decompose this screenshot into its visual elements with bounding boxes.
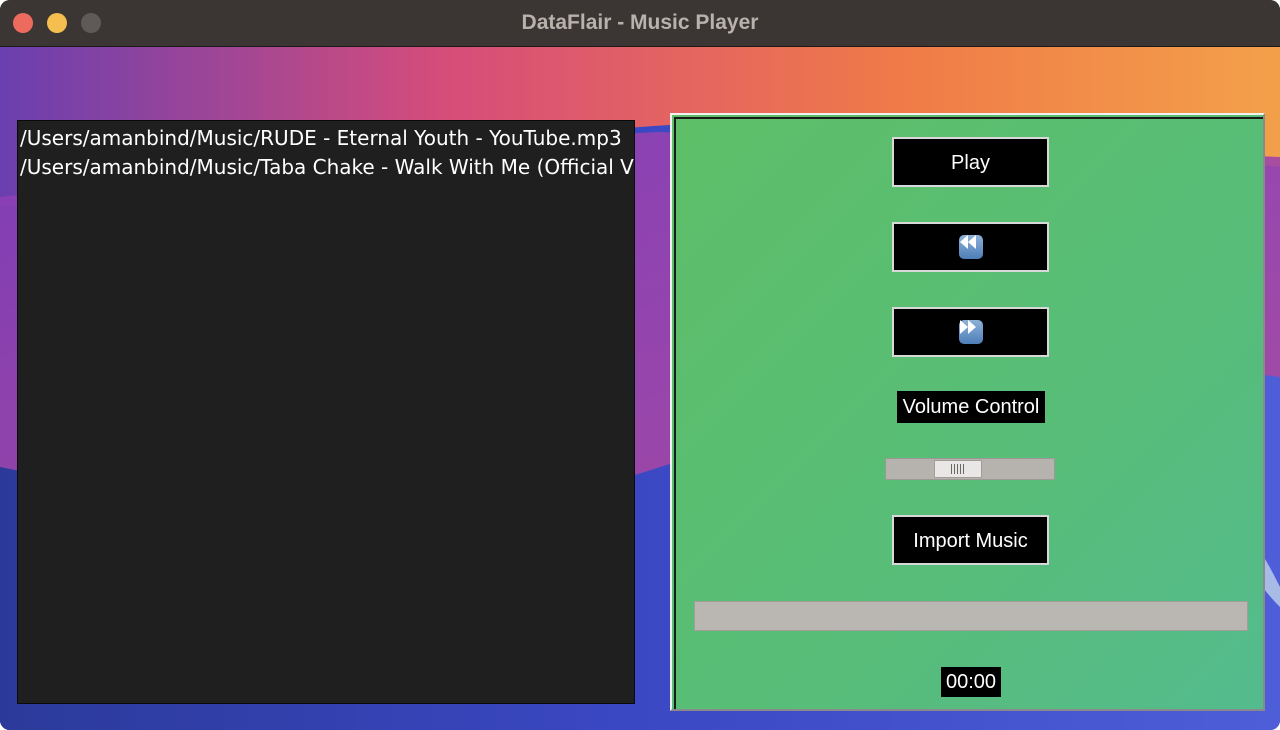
volume-slider-thumb[interactable] — [934, 460, 982, 478]
title-bar: DataFlair - Music Player — [0, 0, 1280, 47]
playlist-item[interactable]: /Users/amanbind/Music/Taba Chake - Walk … — [18, 153, 634, 182]
play-button[interactable]: Play — [892, 137, 1049, 187]
song-progress-bar[interactable] — [694, 601, 1248, 631]
import-music-button[interactable]: Import Music — [892, 515, 1049, 565]
fast-forward-icon — [958, 320, 983, 344]
elapsed-time-label: 00:00 — [941, 667, 1001, 697]
controls-panel-inner: Play Volume Control Import Music 00:00 — [674, 117, 1263, 709]
music-player-window: DataFlair - Music Player /Users/amanbind… — [0, 0, 1280, 730]
volume-control-label: Volume Control — [897, 391, 1045, 423]
playlist-listbox[interactable]: /Users/amanbind/Music/RUDE - Eternal You… — [17, 120, 635, 704]
playlist-item[interactable]: /Users/amanbind/Music/RUDE - Eternal You… — [18, 124, 634, 153]
window-content: /Users/amanbind/Music/RUDE - Eternal You… — [0, 47, 1280, 730]
controls-panel: Play Volume Control Import Music 00:00 — [670, 113, 1265, 711]
rewind-icon — [958, 235, 983, 259]
rewind-button[interactable] — [892, 222, 1049, 272]
volume-slider[interactable] — [885, 458, 1055, 480]
fast-forward-button[interactable] — [892, 307, 1049, 357]
window-title: DataFlair - Music Player — [521, 11, 759, 34]
